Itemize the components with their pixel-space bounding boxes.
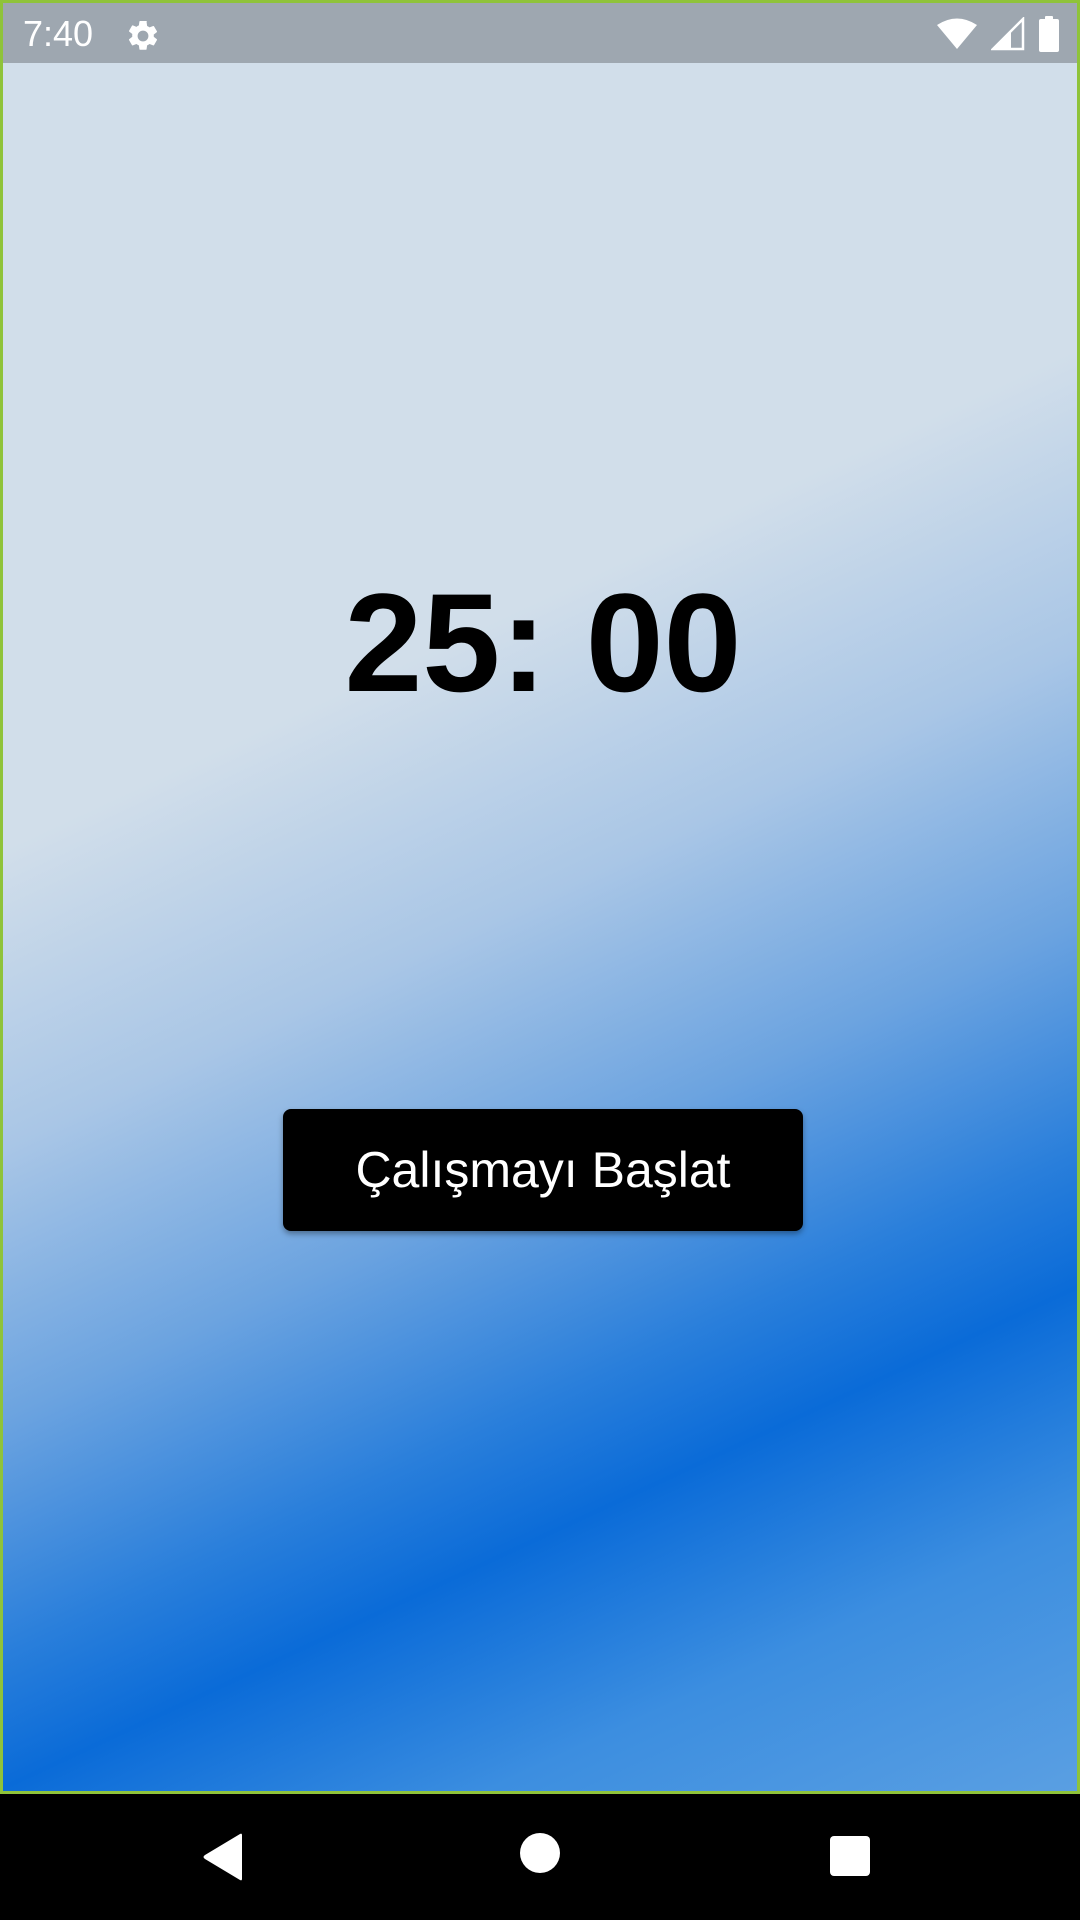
navigation-bar bbox=[0, 1794, 1080, 1920]
cell-signal-icon bbox=[991, 17, 1025, 51]
settings-gear-icon bbox=[128, 20, 158, 50]
status-time: 7:40 bbox=[23, 13, 94, 54]
status-icons bbox=[937, 15, 1059, 53]
timer-display: 25: 00 bbox=[344, 564, 742, 721]
recent-apps-icon[interactable] bbox=[830, 1836, 870, 1876]
status-bar: 7:40 bbox=[0, 0, 1080, 63]
wifi-icon bbox=[937, 18, 977, 49]
start-work-button[interactable]: Çalışmayı Başlat bbox=[283, 1109, 803, 1231]
battery-icon bbox=[1039, 16, 1059, 52]
home-icon[interactable] bbox=[520, 1833, 560, 1873]
app-background: 25: 00 Çalışmayı Başlat bbox=[0, 0, 1080, 1794]
phone-screen: 25: 00 Çalışmayı Başlat 7:40 bbox=[0, 0, 1080, 1920]
back-icon[interactable] bbox=[202, 1833, 246, 1881]
